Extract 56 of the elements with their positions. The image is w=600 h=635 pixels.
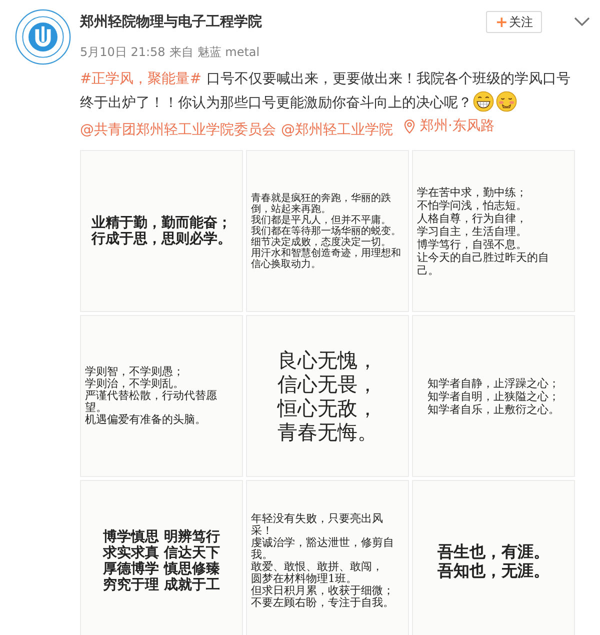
slogan-line: 学则智，不学则愚； <box>85 366 185 378</box>
follow-button[interactable]: +关注 <box>486 11 542 33</box>
slogan-image[interactable]: 博学慎思 明辨笃行 求实求真 信达天下 厚德博学 慎思修臻 穷究于理 成就于工 <box>80 480 243 635</box>
slogan-image[interactable]: 学则智，不学则愚； 学则治，不学则乱。 严谨代替松散，行动代替愿望。 机遇偏爱有准备的头脑。 <box>80 315 243 477</box>
slogan-line: 我们都在等待那一场华丽的蜕变。 <box>251 226 402 236</box>
slogan-line: 学则治，不学则乱。 <box>85 378 185 390</box>
source-device[interactable]: 魅蓝 metal <box>197 44 260 61</box>
slogan-line: 让今天的自己胜过昨天的自己。 <box>417 250 550 276</box>
slogan-line: 不怕学问浅，怕志短。 <box>417 198 528 212</box>
slogan-line: 知学者自静，止浮躁之心； <box>428 376 560 390</box>
slogan-line: 圆梦在材料物理1班。 <box>251 573 358 585</box>
slogan-line: 良心无愧， <box>278 348 378 372</box>
slogan-line: 我们都是平凡人，但并不平庸。 <box>251 214 392 226</box>
account-name[interactable]: 郑州轻院物理与电子工程学院 <box>80 13 486 31</box>
slogan-line: 人格自尊，行为自律， <box>417 212 528 224</box>
slogan-line: 业精于勤，勤而能奋； <box>92 215 232 231</box>
slogan-image[interactable]: 知学者自静，止浮躁之心； 知学者自明，止狭隘之心； 知学者自乐，止敷衍之心。 <box>412 315 575 477</box>
slogan-image[interactable]: 业精于勤，勤而能奋； 行成于思，思则必学。 <box>80 150 243 312</box>
slogan-line: 严谨代替松散，行动代替愿望。 <box>85 390 218 414</box>
logo-icon <box>14 8 72 66</box>
slogan-line: 用汗水和智慧创造奇迹，用理想和信心换取动力。 <box>251 248 402 270</box>
slogan-line: 信心无畏， <box>278 372 378 396</box>
slogan-image[interactable]: 青春就是疯狂的奔跑，华丽的跌倒，站起来再跑。 我们都是平凡人，但并不平庸。 我们都在等待那一场华丽的蜕变。 细节决定成败，态度决定一切。 用汗水和智慧创造奇迹，用理想和信心换取动力。 <box>246 150 409 312</box>
slogan-line: 机遇偏爱有准备的头脑。 <box>85 414 207 426</box>
slogan-line: 虔诚治学，豁达泄世，修剪自我。 <box>251 537 395 561</box>
blushing-emoji-icon <box>496 91 517 112</box>
slogan-line: 知学者自乐，止敷衍之心。 <box>428 402 560 416</box>
slogan-line: 求实求真 信达天下 <box>103 545 220 561</box>
slogan-line: 年轻没有失败，只要亮出风采！ <box>251 513 384 537</box>
chevron-down-icon[interactable] <box>574 17 590 27</box>
grinning-emoji-icon <box>473 91 494 112</box>
slogan-image[interactable]: 学在苦中求，勤中练； 不怕学问浅，怕志短。 人格自尊，行为自律， 学习自主，生活自理。 博学笃行，自强不息。 让今天的自己胜过昨天的自己。 <box>412 150 575 312</box>
slogan-line: 敢爱、敢恨、敢拼、敢闯， <box>251 561 384 573</box>
slogan-image[interactable]: 年轻没有失败，只要亮出风采！ 虔诚治学，豁达泄世，修剪自我。 敢爱、敢恨、敢拼、敢闯， 圆梦在材料物理1班。 但求日积月累，收获于细微； 不要左顾右盼，专注于自我。 <box>246 480 409 635</box>
slogan-line: 学在苦中求，勤中练； <box>417 186 528 198</box>
slogan-line: 知学者自明，止狭隘之心； <box>428 390 560 402</box>
slogan-line: 吾生也，有涯。 <box>438 542 550 561</box>
slogan-image[interactable]: 吾生也，有涯。 吾知也，无涯。 <box>412 480 575 635</box>
slogan-line: 吾知也，无涯。 <box>438 561 550 580</box>
slogan-line: 青春就是疯狂的奔跑，华丽的跌倒，站起来再跑。 <box>251 192 392 214</box>
slogan-line: 行成于思，思则必学。 <box>92 231 232 247</box>
post-text: #正学风，聚能量# 口号不仅要喊出来，更要做出来！我院各个班级的学风口号终于出炉了！！你认为那些口号更能激励你奋斗向上的决心呢？ @共青团郑州轻工业学院委员会 @郑州轻工业学院 郑州·东风路 <box>80 70 572 140</box>
post-time[interactable]: 5月10日 21:58 <box>80 44 166 61</box>
slogan-line: 穷究于理 成就于工 <box>103 577 220 593</box>
slogan-line: 博学慎思 明辨笃行 <box>103 529 220 545</box>
slogan-image[interactable]: 良心无愧， 信心无畏， 恒心无敌， 青春无悔。 <box>246 315 409 477</box>
slogan-line: 但求日积月累，收获于细微； <box>251 585 395 597</box>
source-label: 来自 <box>169 44 194 61</box>
slogan-line: 恒心无敌， <box>278 396 378 420</box>
slogan-line: 不要左顾右盼，专注于自我。 <box>251 597 395 609</box>
slogan-line: 厚德博学 慎思修臻 <box>103 561 220 577</box>
slogan-line: 学习自主，生活自理。 <box>417 224 528 238</box>
location-pin-icon <box>404 119 415 134</box>
slogan-line: 细节决定成败，态度决定一切。 <box>251 236 392 248</box>
slogan-line: 博学笃行，自强不息。 <box>417 238 528 250</box>
slogan-line: 青春无悔。 <box>278 420 378 444</box>
